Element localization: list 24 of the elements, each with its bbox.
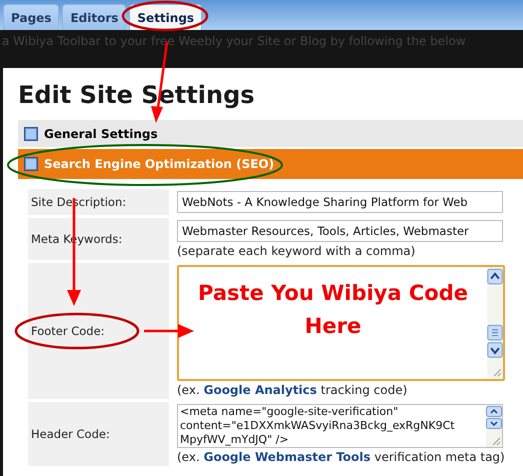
tab[interactable]: Editors (62, 4, 126, 30)
field-label: Footer Code: (31, 324, 105, 338)
input-field[interactable]: WebNots - A Knowledge Sharing Platform for Web (177, 191, 503, 213)
tab[interactable]: Pages (3, 4, 60, 30)
scrollbar-drawing[interactable] (487, 267, 503, 379)
code-line: <meta name="google-site-verification" (180, 405, 400, 419)
field-hint: (separate each keyword with a comma) (177, 244, 416, 258)
section-header[interactable]: General Settings (18, 120, 523, 147)
pointer-arrow (144, 324, 194, 338)
code-line: content="e1DXXmkWASvyiRna3Bckg_exRgNK9Ct (180, 419, 456, 433)
field-label: Header Code: (31, 427, 110, 441)
scrollbar-drawing[interactable] (486, 405, 502, 447)
code-area[interactable]: <meta name="google-site-verification" content="e1DXXmkWASvyiRna3Bckg_exRgNK9Ct MpyfWV_mYdJQ" /> (177, 404, 503, 448)
section-title: General Settings (44, 126, 158, 140)
section-title: Search Engine Optimization (SEO) (44, 157, 274, 171)
code-line: MpyfWV_mYdJQ" /> (180, 433, 290, 447)
help-link[interactable]: Google Webmaster Tools (204, 450, 371, 464)
field-hint: (ex. Google Analytics tracking code) (177, 383, 408, 397)
square-icon (24, 157, 38, 171)
input-field[interactable]: Webmaster Resources, Tools, Articles, Webmaster (177, 220, 503, 242)
square-icon (24, 126, 38, 140)
field-hint: (ex. Google Webmaster Tools verification meta tag) (177, 450, 506, 464)
help-link[interactable]: Google Analytics (204, 383, 317, 397)
text-area[interactable]: Paste You Wibiya Code Here (177, 265, 505, 381)
